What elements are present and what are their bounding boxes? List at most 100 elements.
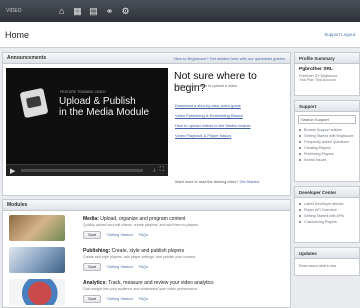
developer-link-text: Latest Developer articles [304, 202, 344, 206]
training-video-player[interactable]: FEATURE TRAINING VIDEO Upload & Publish … [6, 68, 168, 176]
announcement-link[interactable]: Video Publishing & Embedding Basics [175, 113, 251, 123]
video-controls: ▶ ♪ ⛶ [6, 164, 168, 176]
profile-meta: Publisher ID: Brightcove Trial Plan Tria… [299, 74, 338, 82]
start-button[interactable]: Start [83, 263, 102, 271]
support-search-input[interactable]: Search Support [298, 115, 356, 124]
volume-icon[interactable]: ♪ [153, 168, 156, 174]
bullet-icon [299, 153, 301, 155]
support-link-text: Creating Players [304, 146, 331, 150]
support-link[interactable]: Known Issues [295, 157, 359, 163]
developer-link-text: Customizing Players [304, 220, 337, 224]
module-name: Media: [83, 216, 99, 222]
analytics-module-thumbnail [9, 279, 65, 305]
right-sidebar: Profile Summary Pgbrother SRL Publisher … [294, 52, 360, 280]
profile-name: Pgbrother SRL [299, 67, 333, 72]
getting-started-link[interactable]: Getting Started [107, 297, 133, 301]
module-title: Analytics: Track, measure and review you… [83, 280, 214, 286]
module-description: Quickly upload and edit videos, create p… [83, 223, 200, 227]
bullet-icon [299, 159, 301, 161]
video-title-line2: in the Media Module [59, 107, 150, 118]
video-tag: FEATURE TRAINING VIDEO [60, 90, 106, 94]
module-row-publishing: Publishing: Create, style and publish pl… [3, 244, 290, 275]
module-title-text: Create, style and publish players [111, 248, 185, 254]
module-name: Analytics: [83, 280, 107, 286]
start-button[interactable]: Start [83, 231, 102, 239]
announcement-link[interactable]: How to upload videos to the Media module [175, 123, 251, 133]
announcement-link[interactable]: Download a step-by-step video guide [175, 103, 251, 113]
updates-link[interactable]: Read about what's new [295, 263, 359, 269]
support-link-text: Publishing Players [304, 152, 334, 156]
folder-icon[interactable]: ▤ [88, 5, 100, 17]
support-link-text: Frequently Asked Questions [304, 140, 349, 144]
link-icon[interactable]: ⚭ [104, 5, 116, 17]
modules-panel: Modules Media: Upload, organize and prog… [2, 199, 291, 308]
developer-center-panel: Developer Center Latest Developer articl… [294, 186, 360, 243]
gear-icon[interactable]: ⚙ [120, 5, 132, 17]
media-module-logo [19, 87, 49, 119]
bullet-icon [299, 215, 301, 217]
module-actions: Start Getting Started FAQs [83, 231, 154, 239]
home-icon[interactable]: ⌂ [56, 5, 68, 17]
bullet-icon [299, 141, 301, 143]
developer-link-text: Getting Started with APIs [304, 214, 344, 218]
module-title-text: Track, measure and review your video ana… [108, 280, 214, 286]
module-title: Publishing: Create, style and publish pl… [83, 248, 184, 254]
support-header: Support [295, 101, 359, 112]
start-button[interactable]: Start [83, 295, 102, 303]
announcement-headline: Not sure where to begin? [174, 70, 257, 94]
modules-header: Modules [3, 200, 290, 211]
faq-link[interactable]: FAQs [139, 297, 149, 301]
support-link-text: Getting Started with Brightcove [304, 134, 354, 138]
faq-link[interactable]: FAQs [139, 233, 149, 237]
module-title-text: Upload, organize and program content [100, 216, 186, 222]
media-module-thumbnail [9, 215, 65, 241]
developer-link-text: Player API Overview [304, 208, 337, 212]
faq-link[interactable]: FAQs [139, 265, 149, 269]
bullet-icon [299, 203, 301, 205]
fullscreen-icon[interactable]: ⛶ [160, 167, 164, 174]
module-row-analytics: Analytics: Track, measure and review you… [3, 276, 290, 307]
module-title: Media: Upload, organize and program cont… [83, 216, 186, 222]
profile-summary-panel: Profile Summary Pgbrother SRL Publisher … [294, 52, 360, 96]
bullet-icon [299, 147, 301, 149]
page-header: Home Support Logout [0, 22, 360, 48]
bullet-icon [299, 209, 301, 211]
module-actions: Start Getting Started FAQs [83, 263, 154, 271]
header-links[interactable]: Support Logout [324, 32, 355, 37]
grid-icon[interactable]: ▦ [72, 5, 84, 17]
announcement-footer: Want more to read the training video? Ge… [175, 180, 259, 184]
updates-panel: Updates Read about what's new [294, 247, 360, 276]
announcements-title: Announcements [7, 55, 47, 61]
updates-header: Updates [295, 248, 359, 259]
getting-started-link[interactable]: Getting Started [107, 233, 133, 237]
support-link-text: Browse Support articles [304, 128, 342, 132]
module-name: Publishing: [83, 248, 111, 254]
announcements-header: Announcements New to Brightcove? Get sta… [3, 53, 290, 64]
bullet-icon [299, 221, 301, 223]
announcement-link[interactable]: Video Playback & Player basics [175, 133, 251, 143]
page-title: Home [5, 29, 30, 40]
getting-started-link[interactable]: Getting Started [107, 265, 133, 269]
profile-body: Pgbrother SRL Publisher ID: Brightcove T… [295, 64, 359, 85]
announcement-footer-text: Want more to read the training video? [175, 180, 239, 184]
announcements-header-link[interactable]: New to Brightcove? Get started here with… [174, 56, 286, 61]
module-description: Create and style players, add player set… [83, 255, 197, 259]
module-description: Gain insight into your audience and unde… [83, 287, 199, 291]
module-actions: Start Getting Started FAQs [83, 295, 154, 303]
announcement-footer-link[interactable]: Get Started [239, 180, 258, 184]
play-icon[interactable]: ▶ [10, 167, 15, 175]
announcements-panel: Announcements New to Brightcove? Get sta… [2, 52, 291, 196]
video-title: Upload & Publish in the Media Module [59, 96, 149, 118]
video-progress-track[interactable] [21, 169, 143, 172]
top-navigation-bar: VIDEO ⌂ ▦ ▤ ⚭ ⚙ [0, 0, 360, 22]
developer-center-header: Developer Center [295, 187, 359, 198]
support-link-text: Known Issues [304, 158, 327, 162]
support-panel: Support Search Support Browse Support ar… [294, 100, 360, 182]
publishing-module-thumbnail [9, 247, 65, 273]
announcement-subline: Most popular place to upload a video. [175, 84, 239, 88]
brand-label: VIDEO [6, 8, 22, 14]
bullet-icon [299, 129, 301, 131]
module-row-media: Media: Upload, organize and program cont… [3, 212, 290, 243]
developer-link[interactable]: Customizing Players [295, 219, 359, 225]
video-title-line1: Upload & Publish [59, 96, 136, 107]
